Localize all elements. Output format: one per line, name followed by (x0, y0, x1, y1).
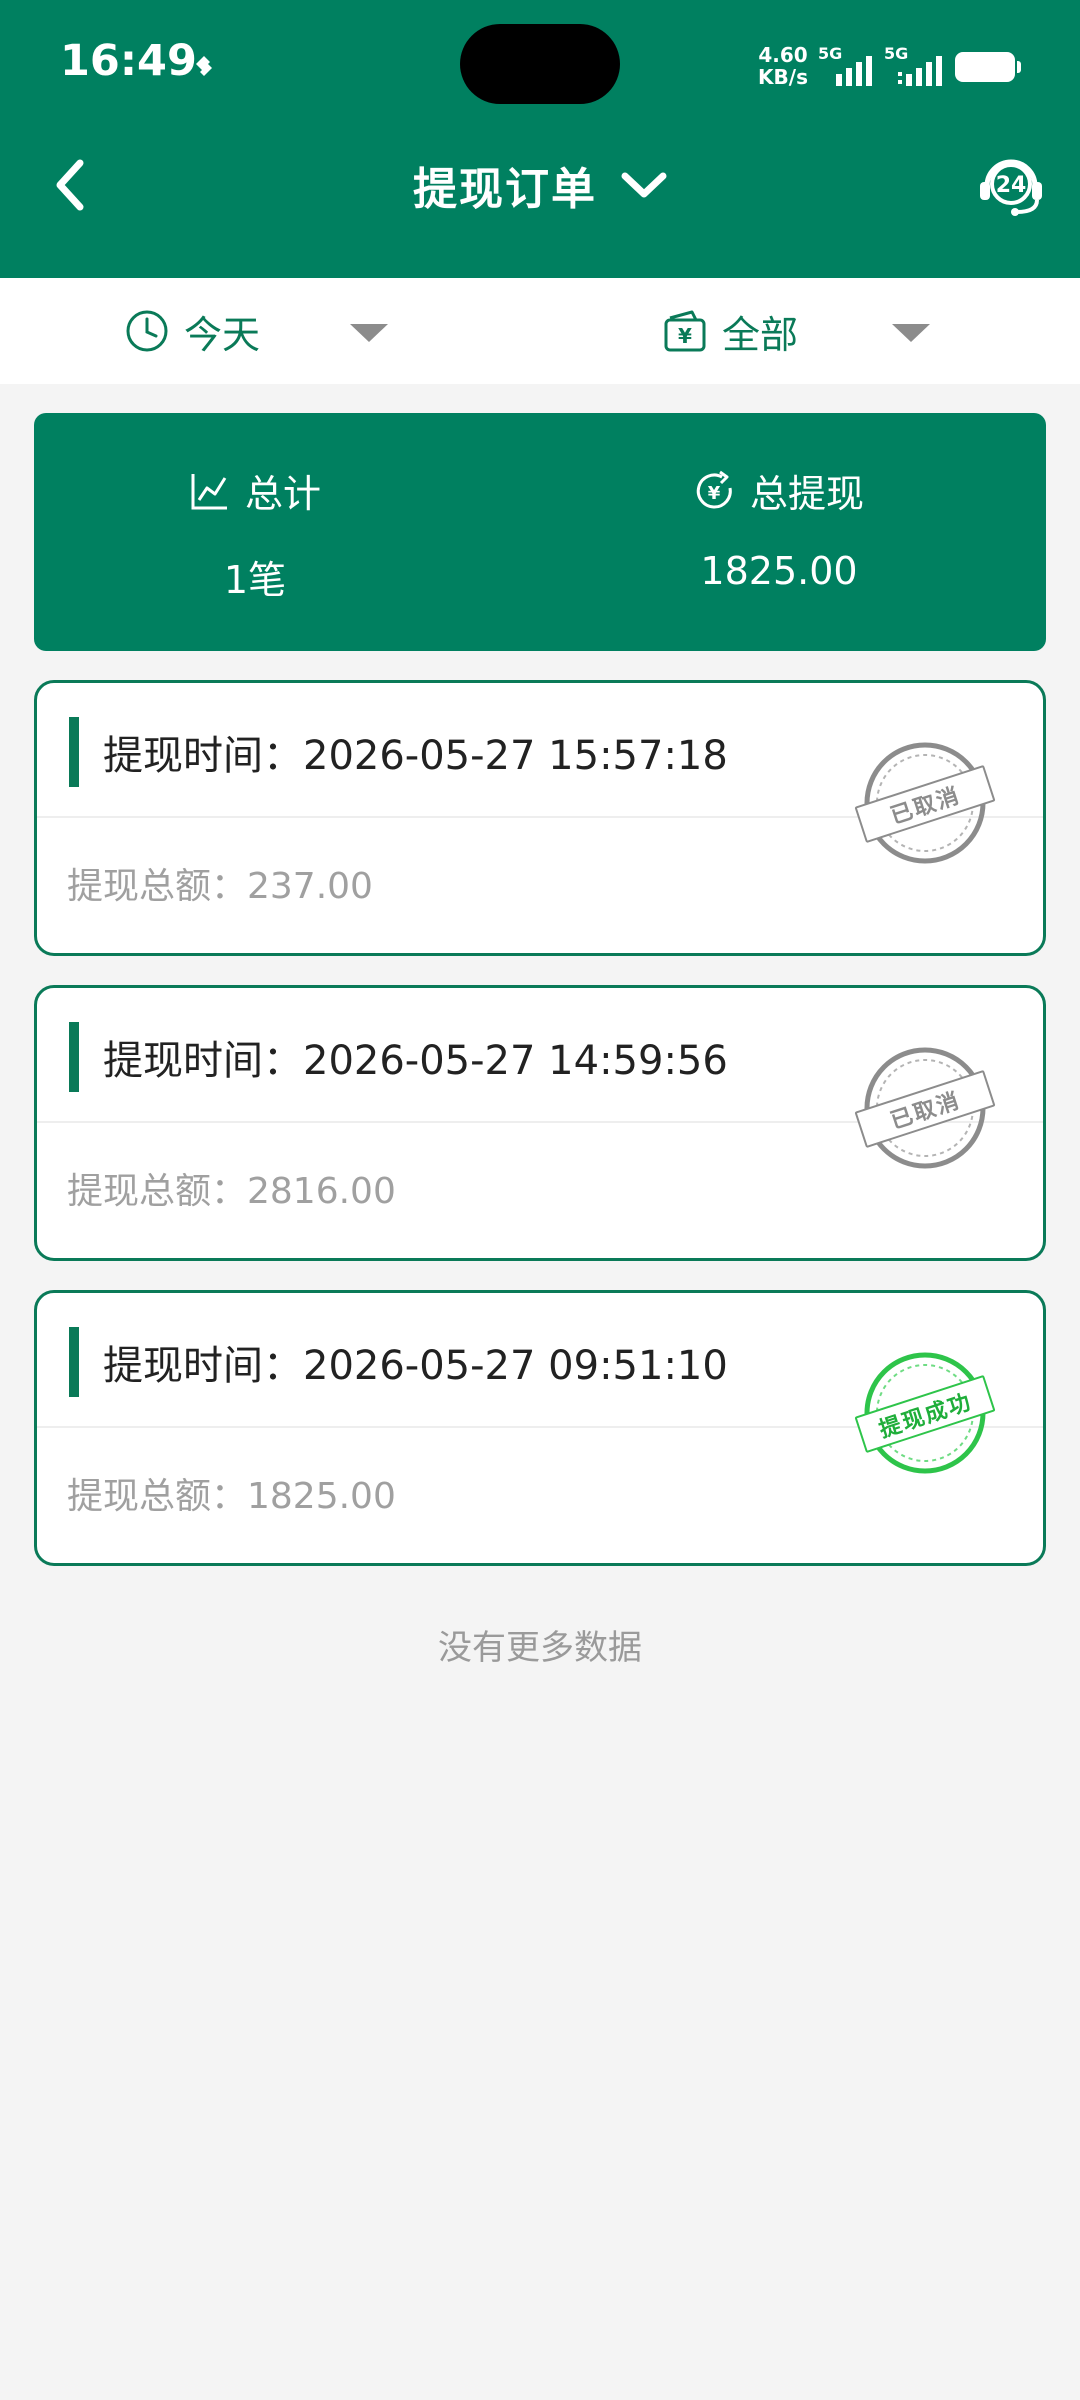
caret-down-icon (350, 324, 388, 342)
line-chart-icon (191, 473, 227, 509)
customer-support-button[interactable]: 24 (975, 148, 1047, 220)
chevron-left-icon (56, 159, 84, 211)
order-amount: 提现总额：237.00 (67, 866, 373, 907)
date-filter[interactable]: 今天 (124, 278, 404, 384)
back-button[interactable] (40, 150, 100, 220)
caret-down-icon (892, 324, 930, 342)
card-accent-bar (69, 1327, 79, 1397)
clock-icon (126, 310, 168, 352)
page-title: 提现订单 (413, 164, 597, 215)
no-more-data: 没有更多数据 (438, 1628, 642, 1668)
network-speed: 4.60 KB/s (752, 44, 814, 88)
order-amount: 提现总额：2816.00 (67, 1171, 396, 1212)
card-accent-bar (69, 717, 79, 787)
order-time: 提现时间：2026-05-27 15:57:18 (103, 733, 728, 779)
yuan-refresh-icon: ¥ (696, 470, 732, 508)
date-filter-label: 今天 (184, 312, 261, 357)
summary-total: 总计 1笔 (34, 413, 540, 651)
filter-bar: 今天 ¥ 全部 (0, 278, 1080, 384)
summary-withdraw-label: 总提现 (749, 472, 864, 516)
headset-icon: 24 (980, 159, 1042, 216)
network-speed-unit: KB/s (758, 65, 808, 89)
summary-withdraw: ¥ 总提现 1825.00 (540, 413, 1046, 651)
wallet-yuan-icon: ¥ (664, 310, 706, 352)
summary-card: 总计 1笔 ¥ 总提现 1825.00 (34, 413, 1046, 651)
svg-text:¥: ¥ (708, 483, 721, 504)
status-stamp-cancelled: 已取消 (849, 737, 1001, 869)
type-filter[interactable]: ¥ 全部 (662, 278, 942, 384)
app-header: 16:49 4.60 KB/s 5G 5G 提现订单 24 (0, 0, 1080, 278)
notification-icon (196, 56, 212, 76)
summary-total-value: 1笔 (223, 558, 287, 602)
support-badge: 24 (996, 173, 1027, 198)
status-time: 16:49 (60, 36, 197, 86)
order-card[interactable]: 提现时间：2026-05-27 09:51:10 提现总额：1825.00 提现… (34, 1290, 1046, 1566)
signal-2: 5G (884, 44, 948, 88)
summary-total-label: 总计 (244, 472, 321, 516)
summary-withdraw-value: 1825.00 (700, 549, 858, 593)
svg-text:¥: ¥ (678, 324, 692, 348)
order-card[interactable]: 提现时间：2026-05-27 15:57:18 提现总额：237.00 已取消 (34, 680, 1046, 956)
signal-bars-icon (898, 56, 942, 86)
chevron-down-icon (621, 170, 667, 200)
title-dropdown[interactable]: 提现订单 (300, 150, 780, 220)
order-amount: 提现总额：1825.00 (67, 1476, 396, 1517)
status-stamp-cancelled: 已取消 (849, 1042, 1001, 1174)
camera-cutout (460, 24, 620, 104)
network-speed-value: 4.60 (758, 43, 808, 67)
signal-1: 5G (818, 44, 882, 88)
battery-icon (955, 52, 1021, 82)
status-stamp-success: 提现成功 (849, 1347, 1001, 1479)
order-time: 提现时间：2026-05-27 09:51:10 (103, 1343, 728, 1389)
signal-bars-icon (836, 56, 872, 86)
card-accent-bar (69, 1022, 79, 1092)
order-card[interactable]: 提现时间：2026-05-27 14:59:56 提现总额：2816.00 已取… (34, 985, 1046, 1261)
order-time: 提现时间：2026-05-27 14:59:56 (103, 1038, 728, 1084)
type-filter-label: 全部 (722, 312, 799, 357)
